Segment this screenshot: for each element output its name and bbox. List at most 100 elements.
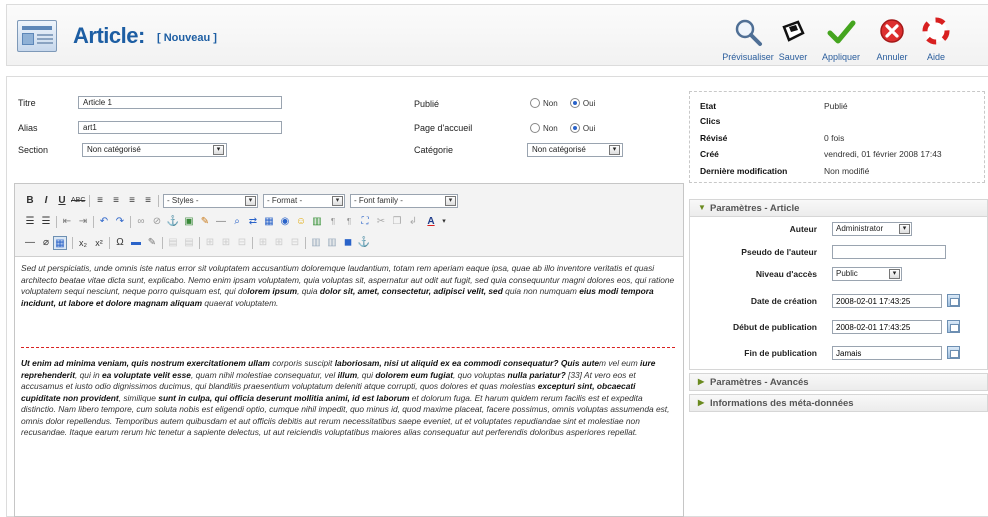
replace-icon[interactable]: ⇄	[246, 215, 260, 229]
image-icon[interactable]: ▣	[182, 215, 196, 229]
edit-icon[interactable]: ✎	[145, 236, 159, 250]
preview-button[interactable]: Prévisualiser	[722, 15, 774, 65]
apply-button[interactable]: Appliquer	[815, 15, 867, 65]
cut-icon[interactable]: ✂	[374, 215, 388, 229]
cancel-button[interactable]: Annuler	[870, 15, 914, 65]
publish-end-field[interactable]	[832, 346, 942, 360]
col-after-icon[interactable]: ⊞	[272, 236, 286, 250]
link-icon[interactable]: ∞	[134, 215, 148, 229]
metadata-header[interactable]: ▶ Informations des méta-données	[689, 394, 988, 412]
author-alias-field[interactable]	[832, 245, 946, 259]
calendar-icon[interactable]	[947, 294, 960, 307]
params-advanced-header[interactable]: ▶ Paramètres - Avancés	[689, 373, 988, 391]
text-color-icon[interactable]: A	[424, 215, 438, 229]
indent-icon[interactable]: ⇥	[76, 215, 90, 229]
bold-button[interactable]: B	[23, 194, 37, 208]
subscript-icon[interactable]: x₂	[76, 236, 90, 250]
italic-button[interactable]: I	[39, 194, 53, 208]
editor-text-run: , quo voluptas	[453, 369, 508, 380]
strikethrough-button[interactable]: ABC	[71, 194, 85, 208]
align-right-icon[interactable]: ≡	[125, 194, 139, 208]
published-yes-radio[interactable]	[569, 98, 580, 108]
alias-field[interactable]	[78, 121, 282, 134]
editor-paragraph-1[interactable]: Sed ut perspiciatis, unde omnis iste nat…	[21, 263, 675, 309]
underline-button[interactable]: U	[55, 194, 69, 208]
delete-col-icon[interactable]: ⊟	[288, 236, 302, 250]
frontpage-yes-radio[interactable]	[569, 123, 580, 133]
ltr-icon[interactable]: ¶	[326, 215, 340, 229]
cell-props-icon[interactable]: ▤	[182, 236, 196, 250]
chevron-down-icon: ▾	[332, 196, 343, 206]
delete-row-icon[interactable]: ⊟	[235, 236, 249, 250]
copy-icon[interactable]: ❐	[390, 215, 404, 229]
frontpage-radio-group: Non Oui	[530, 123, 605, 133]
cleanup-icon[interactable]: ✎	[198, 215, 212, 229]
row-before-icon[interactable]: ⊞	[203, 236, 217, 250]
media-icon[interactable]: ▦	[262, 215, 276, 229]
styles-select[interactable]: - Styles - ▾	[163, 194, 258, 208]
print-icon[interactable]: ◉	[278, 215, 292, 229]
chevron-down-icon[interactable]: ▾	[437, 215, 451, 229]
access-level-select[interactable]: Public ▾	[832, 267, 902, 281]
editor-text-run: laboriosam, nisi ut aliquid ex ea commod…	[334, 358, 600, 368]
rtl-icon[interactable]: ¶	[342, 215, 356, 229]
calendar-icon[interactable]	[947, 320, 960, 333]
find-icon[interactable]: ⌕	[230, 215, 244, 229]
editor-text-run: , quam nihil molestiae consequatur, vel	[190, 369, 338, 380]
bullet-list-icon[interactable]: ☰	[23, 215, 37, 229]
page-header: Article: [ Nouveau ] Prévisualiser Sauve…	[6, 4, 988, 66]
emoticon-icon[interactable]: ☺	[294, 215, 308, 229]
revised-key: Révisé	[700, 133, 728, 143]
paste-icon[interactable]: ↲	[406, 215, 420, 229]
creation-date-field[interactable]	[832, 294, 942, 308]
editor-paragraph-2[interactable]: Ut enim ad minima veniam, quis nostrum e…	[21, 358, 675, 439]
published-no-radio[interactable]	[530, 98, 540, 108]
format-select[interactable]: - Format - ▾	[263, 194, 345, 208]
save-button[interactable]: Sauver	[772, 15, 814, 65]
visual-aid-icon[interactable]: ▦	[53, 236, 67, 250]
outdent-icon[interactable]: ⇤	[60, 215, 74, 229]
category-select[interactable]: Non catégorisé ▾	[527, 143, 623, 157]
align-justify-icon[interactable]: ≡	[141, 194, 155, 208]
special-char-icon[interactable]: Ω	[113, 236, 127, 250]
category-value: Non catégorisé	[532, 145, 586, 154]
insert-line-icon[interactable]: ▬	[129, 236, 143, 250]
calendar-icon[interactable]	[947, 346, 960, 359]
unlink-icon[interactable]: ⊘	[150, 215, 164, 229]
table-icon[interactable]: ▥	[310, 215, 324, 229]
align-center-icon[interactable]: ≡	[109, 194, 123, 208]
col-before-icon[interactable]: ⊞	[256, 236, 270, 250]
insert-layer-icon[interactable]: ◼	[341, 236, 355, 250]
published-radio-group: Non Oui	[530, 98, 605, 108]
publish-start-field[interactable]	[832, 320, 942, 334]
author-select[interactable]: Administrator ▾	[832, 222, 912, 236]
row-after-icon[interactable]: ⊞	[219, 236, 233, 250]
table-props-icon[interactable]: ▤	[166, 236, 180, 250]
merge-cells-icon[interactable]: ▥	[325, 236, 339, 250]
horizontal-rule-icon[interactable]: —	[214, 215, 228, 229]
params-article-header[interactable]: ▼ Paramètres - Article	[689, 199, 988, 217]
undo-icon[interactable]: ↶	[97, 215, 111, 229]
frontpage-no-radio[interactable]	[530, 123, 540, 133]
fullscreen-icon[interactable]: ⛶	[358, 215, 372, 229]
split-cells-icon[interactable]: ▥	[309, 236, 323, 250]
remove-format-icon[interactable]: ⌀	[39, 236, 53, 250]
published-label: Publié	[414, 99, 440, 109]
magnifier-icon	[735, 19, 762, 46]
horizontal-line-icon[interactable]: —	[23, 236, 37, 250]
chevron-down-icon: ▾	[889, 269, 900, 279]
redo-icon[interactable]: ↷	[113, 215, 127, 229]
align-left-icon[interactable]: ≡	[93, 194, 107, 208]
section-select[interactable]: Non catégorisé ▾	[82, 143, 227, 157]
anchor-icon[interactable]: ⚓	[166, 215, 180, 229]
numbered-list-icon[interactable]: ☰	[39, 215, 53, 229]
editor-text-run: , similique	[118, 392, 159, 403]
superscript-icon[interactable]: x²	[92, 236, 106, 250]
chevron-down-icon: ▾	[609, 145, 620, 155]
help-button[interactable]: Aide	[916, 15, 956, 65]
font-family-select[interactable]: - Font family - ▾	[350, 194, 458, 208]
page-break-line	[21, 347, 675, 348]
absolute-icon[interactable]: ⚓	[357, 236, 371, 250]
title-field[interactable]	[78, 96, 282, 109]
chevron-down-icon: ▾	[213, 145, 224, 155]
